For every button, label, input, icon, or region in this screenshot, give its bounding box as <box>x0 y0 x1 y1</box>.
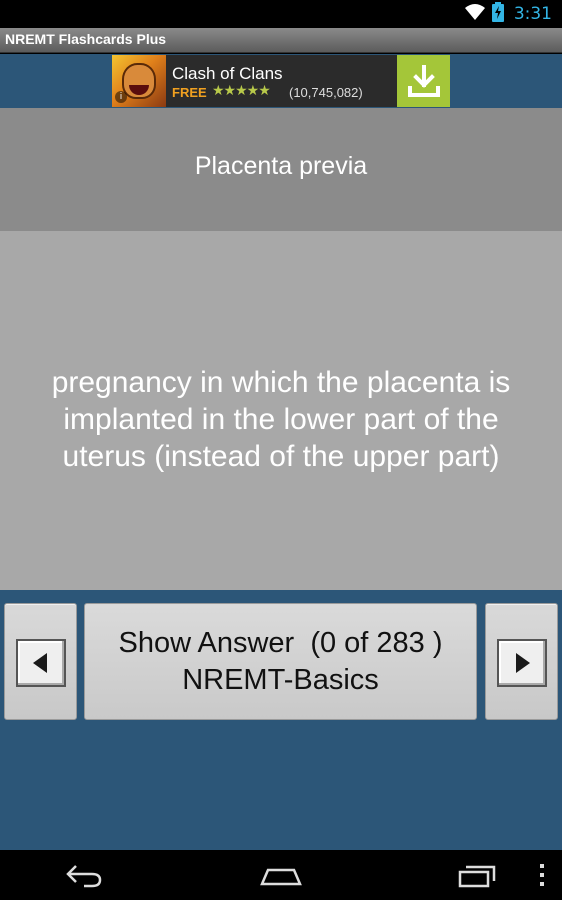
app-title-bar: NREMT Flashcards Plus <box>0 28 562 53</box>
system-nav-bar <box>0 850 562 900</box>
menu-icon[interactable] <box>538 862 546 892</box>
question-panel[interactable]: Placenta previa <box>0 108 562 231</box>
status-time: 3:31 <box>513 4 552 24</box>
right-arrow-icon <box>497 639 547 687</box>
answer-panel[interactable]: pregnancy in which the placenta is impla… <box>0 231 562 590</box>
battery-charging-icon <box>491 2 504 26</box>
ad-rating-stars: ★★★★★ <box>212 83 271 99</box>
back-icon[interactable] <box>64 862 104 892</box>
ad-price: FREE <box>172 85 207 100</box>
ad-review-count: (10,745,082) <box>289 85 363 100</box>
home-icon[interactable] <box>260 866 302 890</box>
ad-game-image: i <box>112 55 166 107</box>
ad-info-icon[interactable]: i <box>115 91 127 103</box>
show-answer-label: Show Answer (0 of 283 ) <box>118 626 443 659</box>
recents-icon[interactable] <box>458 864 498 892</box>
question-text: Placenta previa <box>194 152 368 180</box>
left-arrow-icon <box>16 639 66 687</box>
previous-card-button[interactable] <box>4 603 77 720</box>
answer-text: pregnancy in which the placenta is impla… <box>51 365 511 473</box>
app-title: NREMT Flashcards Plus <box>5 31 167 47</box>
status-bar: 3:31 <box>0 0 562 28</box>
download-icon[interactable] <box>397 55 450 107</box>
deck-name: NREMT-Basics <box>182 663 379 696</box>
next-card-button[interactable] <box>485 603 558 720</box>
ad-title: Clash of Clans <box>172 64 283 83</box>
show-answer-button[interactable]: Show Answer (0 of 283 ) NREMT-Basics <box>84 603 477 720</box>
wifi-icon <box>464 3 486 25</box>
